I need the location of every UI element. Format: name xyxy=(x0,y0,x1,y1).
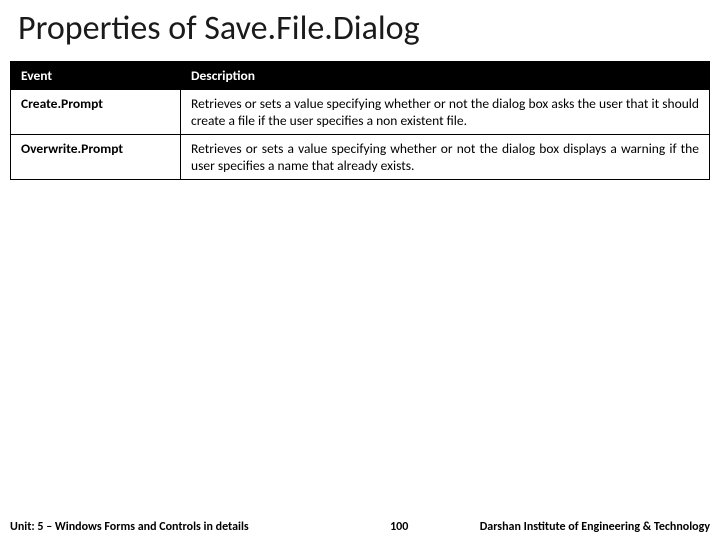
table-row: Create.Prompt Retrieves or sets a value … xyxy=(11,90,710,135)
footer-unit: Unit: 5 – Windows Forms and Controls in … xyxy=(10,520,249,534)
page-title: Properties of Save.File.Dialog xyxy=(0,0,720,61)
property-name: Overwrite.Prompt xyxy=(11,135,181,180)
properties-table-wrap: Event Description Create.Prompt Retrieve… xyxy=(0,61,720,180)
footer-page-number: 100 xyxy=(249,520,480,534)
header-event: Event xyxy=(11,62,181,90)
property-name: Create.Prompt xyxy=(11,90,181,135)
footer-institute: Darshan Institute of Engineering & Techn… xyxy=(480,520,710,534)
property-description: Retrieves or sets a value specifying whe… xyxy=(181,135,710,180)
header-description: Description xyxy=(181,62,710,90)
table-row: Overwrite.Prompt Retrieves or sets a val… xyxy=(11,135,710,180)
table-header-row: Event Description xyxy=(11,62,710,90)
footer: Unit: 5 – Windows Forms and Controls in … xyxy=(0,520,720,534)
property-description: Retrieves or sets a value specifying whe… xyxy=(181,90,710,135)
properties-table: Event Description Create.Prompt Retrieve… xyxy=(10,61,710,180)
